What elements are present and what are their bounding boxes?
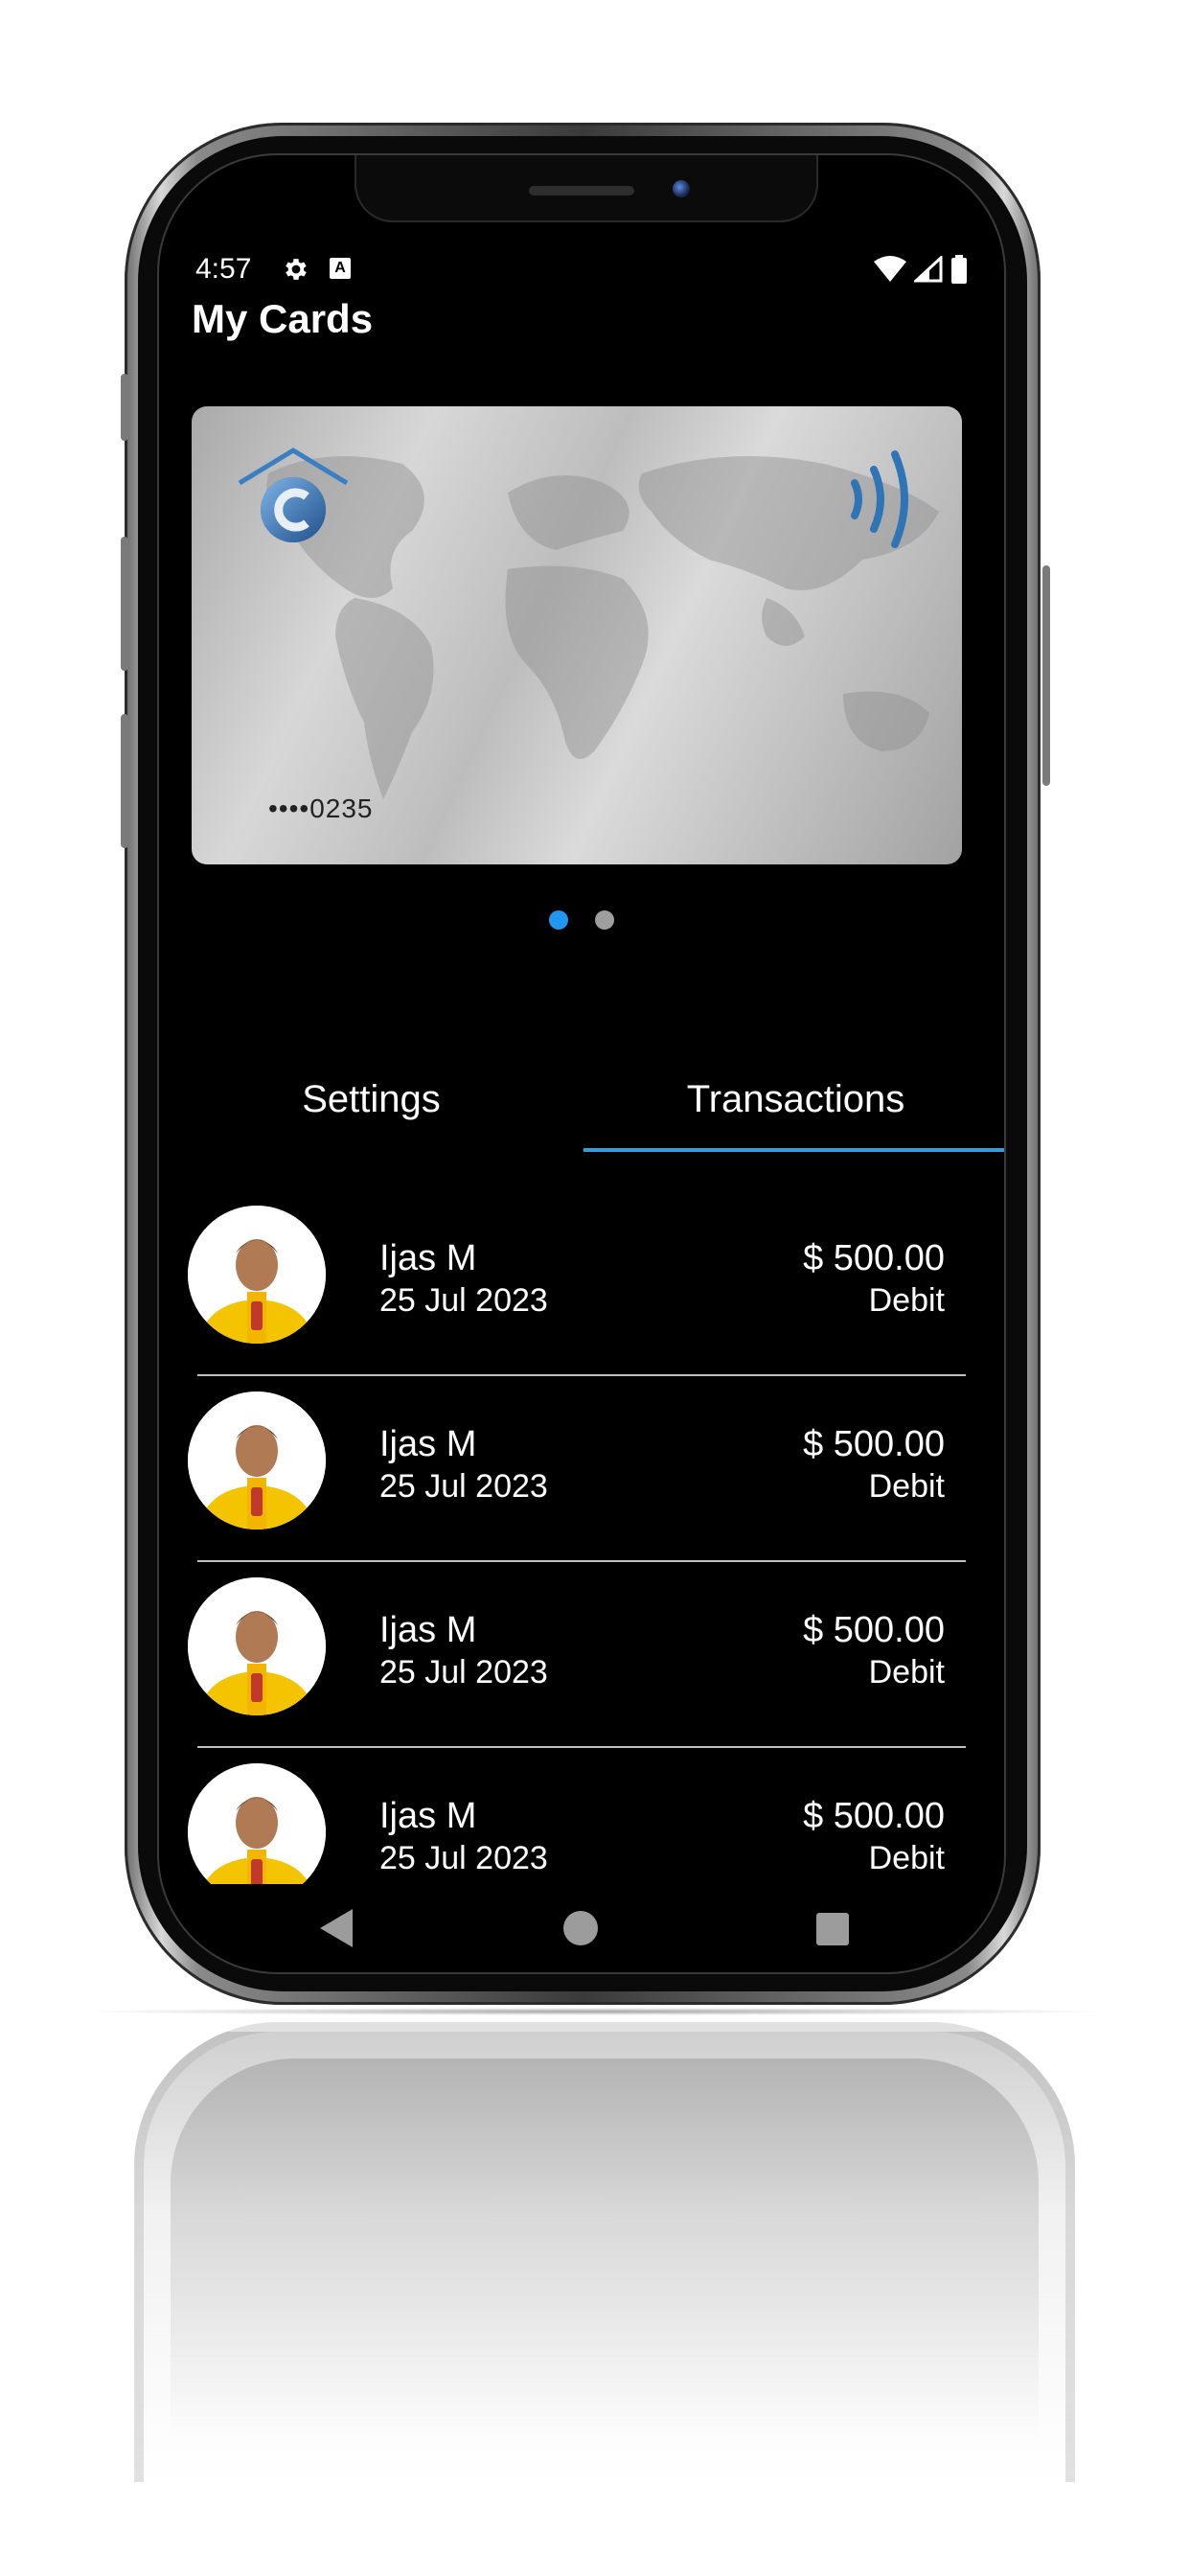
transaction-type: Debit <box>868 1282 945 1319</box>
transaction-type: Debit <box>868 1840 945 1876</box>
tab-bar: Settings Transactions <box>159 1056 1004 1152</box>
transaction-name: Ijas M <box>379 1796 477 1836</box>
tab-transactions[interactable]: Transactions <box>584 1056 1004 1152</box>
phone-power-button <box>1042 565 1050 786</box>
avatar <box>188 1206 326 1344</box>
transaction-row[interactable]: Ijas M 25 Jul 2023 $ 500.00 Debit <box>159 1376 1004 1562</box>
back-icon[interactable] <box>320 1909 353 1947</box>
recents-icon[interactable] <box>816 1913 849 1945</box>
phone-volume-down-button <box>121 714 128 848</box>
transaction-row[interactable]: Ijas M 25 Jul 2023 $ 500.00 Debit <box>159 1748 1004 1884</box>
tab-settings[interactable]: Settings <box>159 1056 584 1152</box>
transaction-type: Debit <box>868 1654 945 1690</box>
transaction-row[interactable]: Ijas M 25 Jul 2023 $ 500.00 Debit <box>159 1562 1004 1748</box>
bank-logo-icon <box>238 448 349 542</box>
wifi-icon <box>874 256 906 282</box>
phone-mute-switch <box>121 374 128 441</box>
battery-icon <box>951 255 967 284</box>
transaction-amount: $ 500.00 <box>803 1610 945 1650</box>
transaction-name: Ijas M <box>379 1424 477 1464</box>
avatar-photo <box>188 1577 326 1715</box>
notch <box>355 155 818 222</box>
avatar <box>188 1577 326 1715</box>
transaction-name: Ijas M <box>379 1238 477 1278</box>
tab-indicator <box>584 1148 1004 1152</box>
avatar-photo <box>188 1763 326 1884</box>
settings-gear-icon <box>286 259 307 280</box>
nfc-contactless-icon <box>851 450 908 548</box>
transaction-date: 25 Jul 2023 <box>379 1840 548 1876</box>
transaction-date: 25 Jul 2023 <box>379 1468 548 1505</box>
avatar <box>188 1763 326 1884</box>
status-bar: 4:57 A <box>195 251 968 289</box>
front-camera <box>673 180 690 197</box>
phone-reflection <box>134 2022 1075 2482</box>
navigation-bar <box>159 1892 1004 1968</box>
card-number: ••••0235 <box>268 794 374 823</box>
phone-shadow <box>77 2008 1113 2015</box>
speaker-grille <box>529 186 634 196</box>
phone-volume-up-button <box>121 537 128 671</box>
transaction-type: Debit <box>868 1468 945 1505</box>
home-icon[interactable] <box>563 1911 598 1945</box>
transaction-row[interactable]: Ijas M 25 Jul 2023 $ 500.00 Debit <box>159 1190 1004 1376</box>
page-title: My Cards <box>192 296 374 341</box>
transaction-amount: $ 500.00 <box>803 1796 945 1836</box>
avatar-photo <box>188 1392 326 1530</box>
phone-reflection-inner <box>171 2058 1039 2482</box>
phone-screen: 4:57 A My Cards ••••0235 Settings Transa… <box>157 153 1006 1974</box>
card-pager <box>159 910 1004 930</box>
avatar <box>188 1392 326 1530</box>
pager-dot[interactable] <box>595 910 614 930</box>
cell-signal-icon <box>914 256 943 283</box>
pager-dot-active[interactable] <box>549 910 568 930</box>
transaction-name: Ijas M <box>379 1610 477 1650</box>
transaction-date: 25 Jul 2023 <box>379 1282 548 1319</box>
avatar-photo <box>188 1206 326 1344</box>
status-right-icons <box>874 255 968 284</box>
transaction-amount: $ 500.00 <box>803 1238 945 1278</box>
transaction-list[interactable]: Ijas M 25 Jul 2023 $ 500.00 Debit Ijas M… <box>159 1190 1004 1884</box>
payment-card[interactable]: ••••0235 <box>192 406 962 864</box>
a-notification-icon: A <box>330 258 351 279</box>
transaction-amount: $ 500.00 <box>803 1424 945 1464</box>
status-time: 4:57 <box>195 253 252 285</box>
transaction-date: 25 Jul 2023 <box>379 1654 548 1690</box>
